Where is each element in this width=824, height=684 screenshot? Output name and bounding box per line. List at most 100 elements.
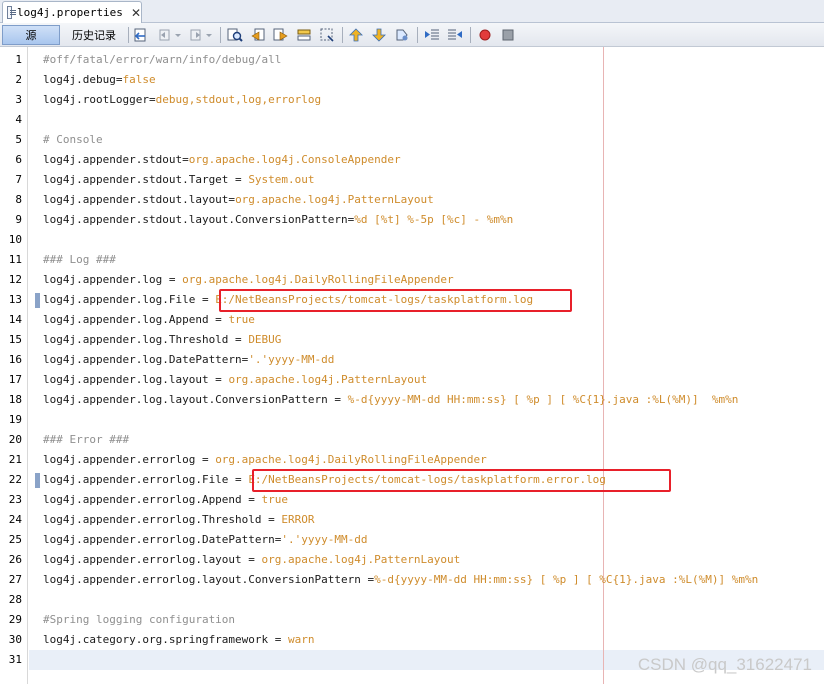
line-number: 29 (8, 613, 22, 626)
find-next-icon[interactable] (272, 26, 290, 44)
annotation-box-errorlog-file (252, 469, 671, 492)
find-previous-icon[interactable] (249, 26, 267, 44)
code-text: log4j.appender.log.layout = org.apache.l… (43, 370, 427, 390)
line-number: 6 (15, 153, 22, 166)
code-line[interactable]: 10 (0, 230, 824, 250)
next-bookmark-icon[interactable] (370, 26, 388, 44)
line-number: 24 (8, 513, 22, 526)
toolbar-separator (417, 27, 418, 43)
property-value: %-d{yyyy-MM-dd HH:mm:ss} [ %p ] [ %C{1}.… (347, 393, 739, 406)
code-line[interactable]: 19 (0, 410, 824, 430)
code-line[interactable]: 17 log4j.appender.log.layout = org.apache… (0, 370, 824, 390)
property-key: log4j.appender.log = (43, 273, 183, 286)
toolbar-separator (342, 27, 343, 43)
toolbar-separator (470, 27, 471, 43)
property-key: log4j.appender.log.Threshold = (43, 333, 249, 346)
comment-text: #Spring logging configuration (43, 613, 236, 626)
code-line[interactable]: 28 (0, 590, 824, 610)
code-line[interactable]: 21 log4j.appender.errorlog = org.apache.l… (0, 450, 824, 470)
find-selection-icon[interactable] (318, 26, 336, 44)
code-line[interactable]: 27 log4j.appender.errorlog.layout.Convers… (0, 570, 824, 590)
shift-right-icon[interactable] (446, 26, 464, 44)
toggle-bookmark-icon[interactable] (393, 26, 411, 44)
code-line[interactable]: 6 log4j.appender.stdout=org.apache.log4j.… (0, 150, 824, 170)
chevron-down-icon[interactable] (204, 26, 214, 44)
line-number: 22 (8, 473, 22, 486)
property-key: log4j.appender.errorlog.layout = (43, 553, 262, 566)
code-line[interactable]: 5 # Console (0, 130, 824, 150)
code-line[interactable]: 7 log4j.appender.stdout.Target = System.o… (0, 170, 824, 190)
history-view-button[interactable]: 历史记录 (63, 25, 125, 45)
stop-macro-icon[interactable] (499, 26, 517, 44)
source-view-button[interactable]: 源 (2, 25, 60, 45)
code-line[interactable]: 23 log4j.appender.errorlog.Append = true (0, 490, 824, 510)
line-number: 10 (8, 233, 22, 246)
watermark: CSDN @qq_31622471 (637, 655, 812, 674)
code-line[interactable]: 8 log4j.appender.stdout.layout=org.apache… (0, 190, 824, 210)
code-line[interactable]: 20 ### Error ### (0, 430, 824, 450)
line-number: 27 (8, 573, 22, 586)
property-key: log4j.appender.log.layout.ConversionPatt… (43, 393, 348, 406)
code-text: log4j.debug=false (43, 70, 156, 90)
property-value: false (122, 73, 156, 86)
code-text: log4j.appender.log.layout.ConversionPatt… (43, 390, 738, 410)
code-line[interactable]: 3 log4j.rootLogger=debug,stdout,log,error… (0, 90, 824, 110)
toggle-highlight-icon[interactable] (295, 26, 313, 44)
previous-bookmark-icon[interactable] (347, 26, 365, 44)
code-text: log4j.appender.errorlog = org.apache.log… (43, 450, 487, 470)
property-value: %-d{yyyy-MM-dd HH:mm:ss} [ %p ] [ %C{1}.… (374, 573, 759, 586)
property-key: log4j.appender.stdout.layout= (43, 193, 236, 206)
code-line[interactable]: 16 log4j.appender.log.DatePattern='.'yyyy… (0, 350, 824, 370)
property-value: org.apache.log4j.DailyRollingFileAppende… (182, 273, 454, 286)
code-text: log4j.appender.stdout=org.apache.log4j.C… (43, 150, 401, 170)
code-line[interactable]: 1 #off/fatal/error/warn/info/debug/all (0, 50, 824, 70)
close-icon[interactable]: ✕ (131, 6, 141, 20)
property-value: warn (288, 633, 315, 646)
code-line[interactable]: 14 log4j.appender.log.Append = true (0, 310, 824, 330)
editor-toolbar: 源 历史记录 (0, 23, 824, 47)
property-value: '.'yyyy-MM-dd (248, 353, 335, 366)
find-icon[interactable] (226, 26, 244, 44)
code-line[interactable]: 4 (0, 110, 824, 130)
record-macro-icon[interactable] (476, 26, 494, 44)
last-edit-icon[interactable] (132, 26, 150, 44)
code-line[interactable]: 24 log4j.appender.errorlog.Threshold = ER… (0, 510, 824, 530)
property-key: log4j.appender.errorlog.Threshold = (43, 513, 282, 526)
forward-icon[interactable] (187, 26, 205, 44)
property-value: org.apache.log4j.PatternLayout (261, 553, 461, 566)
code-text: #Spring logging configuration (43, 610, 235, 630)
code-line[interactable]: 30 log4j.category.org.springframework = w… (0, 630, 824, 650)
code-line[interactable]: 12 log4j.appender.log = org.apache.log4j.… (0, 270, 824, 290)
code-line[interactable]: 15 log4j.appender.log.Threshold = DEBUG (0, 330, 824, 350)
line-number: 18 (8, 393, 22, 406)
line-number: 3 (15, 93, 22, 106)
line-number: 15 (8, 333, 22, 346)
code-text: log4j.appender.errorlog.layout.Conversio… (43, 570, 758, 590)
code-line[interactable]: 11 ### Log ### (0, 250, 824, 270)
back-icon[interactable] (156, 26, 174, 44)
property-key: log4j.rootLogger= (43, 93, 156, 106)
code-line[interactable]: 29 #Spring logging configuration (0, 610, 824, 630)
change-marker (35, 473, 40, 488)
code-line[interactable]: 18 log4j.appender.log.layout.ConversionPa… (0, 390, 824, 410)
code-text: log4j.rootLogger=debug,stdout,log,errorl… (43, 90, 321, 110)
property-key: log4j.appender.errorlog.Append = (43, 493, 262, 506)
code-text: ### Log ### (43, 250, 116, 270)
property-value: '.'yyyy-MM-dd (281, 533, 368, 546)
code-editor[interactable]: 1 #off/fatal/error/warn/info/debug/all 2 lo… (0, 47, 824, 684)
property-value: ERROR (281, 513, 315, 526)
code-line[interactable]: 9 log4j.appender.stdout.layout.Conversion… (0, 210, 824, 230)
code-line[interactable]: 2 log4j.debug=false (0, 70, 824, 90)
property-value: org.apache.log4j.PatternLayout (228, 373, 428, 386)
shift-left-icon[interactable] (423, 26, 441, 44)
tab-title: log4j.properties (16, 6, 123, 19)
line-number: 23 (8, 493, 22, 506)
code-text: ### Error ### (43, 430, 129, 450)
property-key: log4j.appender.stdout.Target = (43, 173, 249, 186)
code-line[interactable]: 26 log4j.appender.errorlog.layout = org.a… (0, 550, 824, 570)
line-number: 19 (8, 413, 22, 426)
code-line[interactable]: 25 log4j.appender.errorlog.DatePattern='.… (0, 530, 824, 550)
tab-log4j-properties[interactable]: log4j.properties ✕ (2, 1, 142, 23)
line-number: 28 (8, 593, 22, 606)
chevron-down-icon[interactable] (173, 26, 183, 44)
